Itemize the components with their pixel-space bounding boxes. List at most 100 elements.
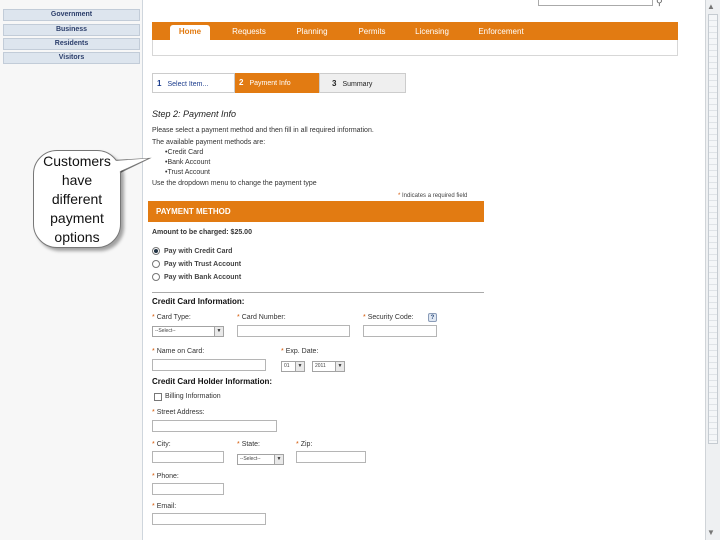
- exp-month-select[interactable]: 01 ▼: [281, 361, 305, 372]
- city-label: * City:: [152, 441, 171, 448]
- radio-button[interactable]: [152, 260, 160, 268]
- callout-line: payment: [50, 209, 104, 226]
- amount-to-charge: Amount to be charged: $25.00: [152, 229, 252, 236]
- select-value: --Select--: [155, 328, 176, 334]
- billing-information-checkbox[interactable]: [154, 393, 162, 401]
- scroll-down-arrow-icon[interactable]: ▼: [707, 528, 715, 537]
- street-address-input[interactable]: [152, 420, 277, 432]
- step-label: Summary: [342, 81, 373, 88]
- nav-tab-licensing[interactable]: Licensing: [402, 25, 462, 40]
- progress-steps: 1 Select Item... 2 Payment Info 3 Summary: [152, 73, 406, 93]
- required-star: *: [152, 314, 155, 321]
- method-list-item: •Bank Account: [165, 159, 211, 166]
- radio-pay-credit-card[interactable]: Pay with Credit Card: [152, 246, 232, 256]
- chevron-down-icon: ▼: [214, 327, 223, 336]
- label-text: Card Number:: [241, 314, 286, 321]
- callout-line: different: [51, 190, 103, 207]
- sidebar-item-business[interactable]: Business: [3, 24, 140, 36]
- step-number: 1: [157, 79, 162, 88]
- card-number-input[interactable]: [237, 325, 350, 337]
- required-star: *: [363, 314, 366, 321]
- payment-method-header: PAYMENT METHOD: [148, 201, 484, 222]
- radio-label: Pay with Bank Account: [164, 273, 242, 281]
- help-icon[interactable]: ?: [428, 313, 437, 322]
- label-text: Phone:: [156, 473, 179, 480]
- nav-tab-permits[interactable]: Permits: [344, 25, 400, 40]
- main-navbar: Home Requests Planning Permits Licensing…: [152, 22, 678, 40]
- nav-tab-home[interactable]: Home: [170, 25, 210, 40]
- street-address-label: * Street Address:: [152, 409, 205, 416]
- radio-pay-bank-account[interactable]: Pay with Bank Account: [152, 272, 241, 282]
- required-star: *: [237, 314, 240, 321]
- phone-input[interactable]: [152, 483, 224, 495]
- security-code-input[interactable]: [363, 325, 437, 337]
- required-star: *: [296, 441, 299, 448]
- exp-date-label: * Exp. Date:: [281, 348, 318, 355]
- state-label: * State:: [237, 441, 260, 448]
- step-label: Select Item...: [167, 81, 209, 88]
- label-text: Email:: [156, 503, 177, 510]
- scroll-up-arrow-icon[interactable]: ▲: [707, 2, 715, 11]
- nav-tab-enforcement[interactable]: Enforcement: [466, 25, 536, 40]
- card-type-select[interactable]: --Select-- ▼: [152, 326, 224, 337]
- select-value: 01: [284, 363, 290, 369]
- required-star: *: [237, 441, 240, 448]
- state-select[interactable]: --Select-- ▼: [237, 454, 284, 465]
- radio-pay-trust-account[interactable]: Pay with Trust Account: [152, 259, 241, 269]
- nav-tab-requests[interactable]: Requests: [218, 25, 280, 40]
- label-text: Name on Card:: [156, 348, 205, 355]
- email-input[interactable]: [152, 513, 266, 525]
- city-input[interactable]: [152, 451, 224, 463]
- search-icon[interactable]: ⚲: [656, 0, 663, 8]
- card-type-label: * Card Type:: [152, 314, 191, 321]
- callout-line: options: [54, 228, 100, 245]
- method-list-item: •Trust Account: [165, 169, 210, 176]
- radio-button[interactable]: [152, 273, 160, 281]
- required-note-text: Indicates a required field: [400, 193, 468, 199]
- label-text: Exp. Date:: [285, 348, 319, 355]
- instruction-text: Use the dropdown menu to change the paym…: [152, 180, 317, 187]
- name-on-card-input[interactable]: [152, 359, 266, 371]
- step-select-item[interactable]: 1 Select Item...: [152, 73, 235, 93]
- label-text: State:: [241, 441, 260, 448]
- billing-information-label: Billing Information: [165, 393, 221, 400]
- label-text: Card Type:: [156, 314, 191, 321]
- required-star: *: [152, 503, 155, 510]
- instruction-text: The available payment methods are:: [152, 139, 266, 146]
- phone-label: * Phone:: [152, 473, 179, 480]
- radio-label: Pay with Trust Account: [164, 260, 242, 268]
- section-divider: [152, 292, 484, 293]
- search-input[interactable]: [538, 0, 653, 6]
- sidebar-item-residents[interactable]: Residents: [3, 38, 140, 50]
- radio-label: Pay with Credit Card: [164, 247, 233, 255]
- step-payment-info: 2 Payment Info: [235, 73, 328, 93]
- required-field-note: * Indicates a required field: [398, 193, 467, 199]
- sub-nav-bar: [152, 40, 678, 56]
- nav-tab-planning[interactable]: Planning: [282, 25, 342, 40]
- scroll-thumb[interactable]: [708, 14, 718, 444]
- security-code-label: * Security Code:: [363, 314, 414, 321]
- email-label: * Email:: [152, 503, 176, 510]
- step-summary: 3 Summary: [319, 73, 406, 93]
- credit-card-info-title: Credit Card Information:: [152, 297, 245, 306]
- annotation-callout: Customers have different payment options: [33, 150, 121, 248]
- step-number: 3: [332, 79, 337, 88]
- zip-label: * Zip:: [296, 441, 312, 448]
- required-star: *: [152, 348, 155, 355]
- radio-button[interactable]: [152, 247, 160, 255]
- step-heading: Step 2: Payment Info: [152, 109, 237, 119]
- exp-year-select[interactable]: 2011 ▼: [312, 361, 345, 372]
- label-text: Street Address:: [156, 409, 205, 416]
- required-star: *: [152, 473, 155, 480]
- zip-input[interactable]: [296, 451, 366, 463]
- sidebar-item-visitors[interactable]: Visitors: [3, 52, 140, 64]
- select-value: --Select--: [240, 456, 261, 462]
- instruction-text: Please select a payment method and then …: [152, 127, 374, 134]
- sidebar-item-government[interactable]: Government: [3, 9, 140, 21]
- select-value: 2011: [315, 363, 326, 369]
- callout-line: have: [61, 171, 93, 188]
- card-number-label: * Card Number:: [237, 314, 286, 321]
- callout-text: Customers have different payment options: [37, 152, 117, 247]
- chevron-down-icon: ▼: [335, 362, 344, 371]
- required-star: *: [281, 348, 284, 355]
